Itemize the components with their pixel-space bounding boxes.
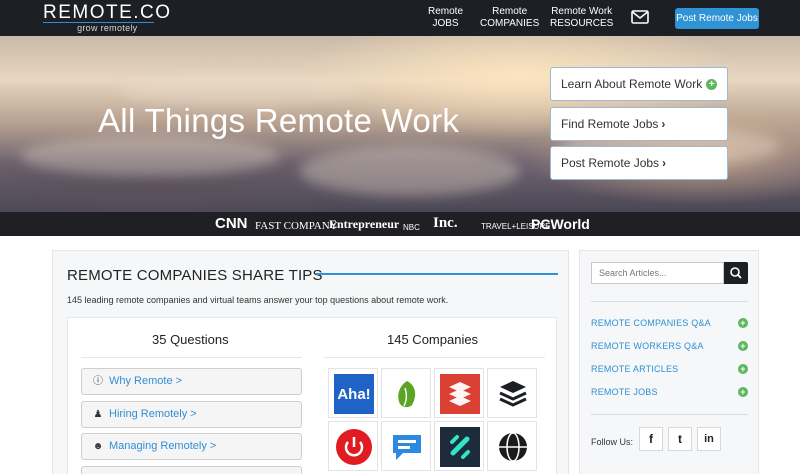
sidebar-link-remote-companies-qa[interactable]: REMOTE COMPANIES Q&A + bbox=[591, 318, 748, 328]
sidebar-link-label: REMOTE COMPANIES Q&A bbox=[591, 318, 711, 328]
divider bbox=[324, 357, 545, 358]
sidebar-link-remote-workers-qa[interactable]: REMOTE WORKERS Q&A + bbox=[591, 341, 748, 351]
todoist-logo bbox=[440, 374, 480, 414]
nav-remote-jobs[interactable]: Remote JOBS bbox=[428, 6, 463, 30]
hero-cloud bbox=[20, 136, 280, 176]
inc-logo: Inc. bbox=[433, 215, 458, 231]
managing-remotely-button[interactable]: ☻ Managing Remotely > bbox=[81, 433, 302, 460]
nav-label-top: Remote Work bbox=[551, 6, 613, 17]
title-underline bbox=[316, 273, 558, 275]
sidebar-link-label: REMOTE ARTICLES bbox=[591, 364, 679, 374]
logo-tagline: grow remotely bbox=[77, 23, 138, 33]
find-remote-jobs-button[interactable]: Find Remote Jobs › bbox=[550, 107, 728, 141]
logo-text: REMOTE.CO bbox=[43, 2, 172, 23]
nav-label-bottom: COMPANIES bbox=[480, 18, 540, 29]
divider bbox=[591, 414, 748, 415]
button-label: Post Remote Jobs bbox=[561, 156, 660, 170]
facebook-icon[interactable]: f bbox=[639, 427, 663, 451]
questions-companies-card: 35 Questions 145 Companies ⓘ Why Remote >… bbox=[67, 317, 557, 474]
buffer-stack-logo bbox=[499, 381, 527, 407]
post-remote-jobs-button[interactable]: Post Remote Jobs bbox=[675, 8, 759, 29]
nav-label-top: Remote bbox=[492, 6, 528, 17]
slash-logo bbox=[440, 427, 480, 467]
company-tile-aha[interactable]: Aha! bbox=[328, 368, 378, 418]
question-label: Managing Remotely > bbox=[109, 440, 217, 452]
info-circle-icon: ⓘ bbox=[93, 376, 103, 387]
plus-circle-icon: + bbox=[738, 318, 748, 328]
users-icon: ☻ bbox=[92, 441, 104, 452]
plus-circle-icon: + bbox=[738, 341, 748, 351]
post-remote-jobs-hero-button[interactable]: Post Remote Jobs › bbox=[550, 146, 728, 180]
site-logo[interactable]: REMOTE.CO grow remotely bbox=[43, 3, 172, 33]
top-navbar: REMOTE.CO grow remotely Remote JOBS Remo… bbox=[0, 0, 800, 36]
sidebar-link-label: REMOTE WORKERS Q&A bbox=[591, 341, 704, 351]
hero-title: All Things Remote Work bbox=[98, 102, 460, 139]
chevron-right-icon: › bbox=[661, 117, 666, 131]
button-label: Learn About Remote Work bbox=[561, 77, 703, 91]
company-tile-evernote[interactable] bbox=[381, 368, 431, 418]
twitter-icon[interactable]: t bbox=[668, 427, 692, 451]
plus-circle-icon: + bbox=[706, 79, 718, 91]
aha-logo: Aha! bbox=[334, 374, 374, 414]
nav-label-bottom: JOBS bbox=[432, 18, 459, 29]
panel-title: REMOTE COMPANIES SHARE TIPS bbox=[67, 267, 323, 284]
globe-logo bbox=[499, 432, 527, 462]
company-tile-buffer[interactable] bbox=[487, 368, 537, 418]
chevron-right-icon: › bbox=[662, 156, 667, 170]
company-tile-toggl[interactable] bbox=[328, 421, 378, 471]
company-tile-chat[interactable] bbox=[381, 421, 431, 471]
sidebar-link-remote-jobs[interactable]: REMOTE JOBS + bbox=[591, 387, 748, 397]
why-remote-button[interactable]: ⓘ Why Remote > bbox=[81, 368, 302, 395]
nav-remote-work-resources[interactable]: Remote Work RESOURCES bbox=[550, 6, 613, 30]
sidebar: REMOTE COMPANIES Q&A + REMOTE WORKERS Q&… bbox=[579, 250, 759, 474]
company-tile-globe[interactable] bbox=[487, 421, 537, 471]
company-tile-todoist[interactable] bbox=[434, 368, 484, 418]
panel-description: 145 leading remote companies and virtual… bbox=[67, 295, 449, 305]
company-tile-slash[interactable] bbox=[434, 421, 484, 471]
hiring-remotely-button[interactable]: ♟ Hiring Remotely > bbox=[81, 401, 302, 428]
nav-remote-companies[interactable]: Remote COMPANIES bbox=[480, 6, 539, 30]
logo-underline bbox=[43, 22, 154, 23]
fast-company-logo: FAST COMPANY bbox=[255, 220, 338, 232]
sidebar-link-remote-articles[interactable]: REMOTE ARTICLES + bbox=[591, 364, 748, 374]
question-label: Why Remote > bbox=[109, 375, 183, 387]
divider bbox=[591, 301, 748, 302]
companies-header: 145 Companies bbox=[387, 332, 479, 347]
sidebar-link-label: REMOTE JOBS bbox=[591, 387, 658, 397]
nav-label-top: Remote bbox=[428, 6, 464, 17]
questions-header: 35 Questions bbox=[152, 332, 229, 347]
envelope-icon[interactable] bbox=[631, 10, 649, 24]
hero-cloud bbox=[300, 146, 520, 196]
press-logos-bar: CNN FAST COMPANY Entrepreneur NBC Inc. T… bbox=[0, 212, 800, 236]
evernote-leaf-logo bbox=[398, 381, 416, 408]
nbc-logo: NBC bbox=[403, 223, 420, 232]
question-button[interactable] bbox=[81, 466, 302, 474]
search-articles-input[interactable] bbox=[591, 262, 724, 284]
plus-circle-icon: + bbox=[738, 364, 748, 374]
cnn-logo: CNN bbox=[215, 215, 248, 232]
button-label: Find Remote Jobs bbox=[561, 117, 659, 131]
person-icon: ♟ bbox=[93, 409, 103, 420]
toggl-power-logo bbox=[336, 429, 372, 465]
entrepreneur-logo: Entrepreneur bbox=[329, 217, 400, 231]
linkedin-icon[interactable]: in bbox=[697, 427, 721, 451]
remote-companies-tips-panel: REMOTE COMPANIES SHARE TIPS 145 leading … bbox=[52, 250, 569, 474]
hero-banner: All Things Remote Work Learn About Remot… bbox=[0, 36, 800, 212]
pcworld-logo: PCWorld bbox=[531, 216, 590, 232]
divider bbox=[81, 357, 302, 358]
chat-bubble-logo bbox=[393, 435, 421, 460]
learn-about-remote-work-button[interactable]: Learn About Remote Work + bbox=[550, 67, 728, 101]
search-icon bbox=[730, 267, 742, 279]
search-button[interactable] bbox=[724, 262, 748, 284]
plus-circle-icon: + bbox=[738, 387, 748, 397]
nav-label-bottom: RESOURCES bbox=[550, 18, 614, 29]
follow-us-label: Follow Us: bbox=[591, 437, 634, 447]
question-label: Hiring Remotely > bbox=[109, 408, 197, 420]
